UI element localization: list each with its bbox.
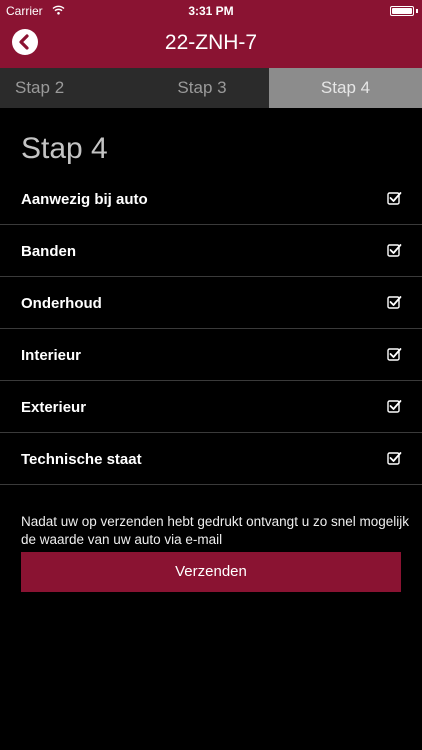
checklist-row[interactable]: Banden [0,225,422,277]
checklist-row[interactable]: Technische staat [0,433,422,485]
battery-icon [390,6,414,16]
checklist-label: Aanwezig bij auto [21,191,148,208]
checklist-label: Interieur [21,347,82,364]
checkbox-checked-icon[interactable] [387,191,402,206]
tab-stap-4[interactable]: Stap 4 [269,68,422,108]
submit-info-text: Nadat uw op verzenden hebt gedrukt ontva… [21,514,409,547]
checklist-label: Onderhoud [21,295,102,312]
checkbox-checked-icon[interactable] [387,243,402,258]
checklist-label: Exterieur [21,399,87,416]
clock: 3:31 PM [188,4,234,18]
checklist-label: Banden [21,243,77,260]
checklist-row[interactable]: Exterieur [0,381,422,433]
top-bar: Carrier 3:31 PM 22-ZNH-7 [0,0,422,68]
checkbox-checked-icon[interactable] [387,451,402,466]
checkbox-checked-icon[interactable] [387,399,402,414]
checklist-label: Technische staat [21,451,142,468]
tab-stap-2[interactable]: Stap 2 [0,68,135,108]
page-title: 22-ZNH-7 [164,31,258,54]
checklist-row[interactable]: Onderhoud [0,277,422,329]
checkbox-checked-icon[interactable] [387,347,402,362]
status-bar: Carrier 3:31 PM [0,0,422,22]
submit-button[interactable]: Verzenden [21,552,401,592]
step-heading: Stap 4 [21,132,108,165]
checklist: Aanwezig bij auto Banden Onderhoud Inter… [0,173,422,485]
step-tabs: Stap 2 Stap 3 Stap 4 [0,68,422,108]
checkbox-checked-icon[interactable] [387,295,402,310]
tab-stap-3[interactable]: Stap 3 [135,68,269,108]
battery-tip [416,9,418,13]
checklist-row[interactable]: Interieur [0,329,422,381]
checklist-row[interactable]: Aanwezig bij auto [0,173,422,225]
